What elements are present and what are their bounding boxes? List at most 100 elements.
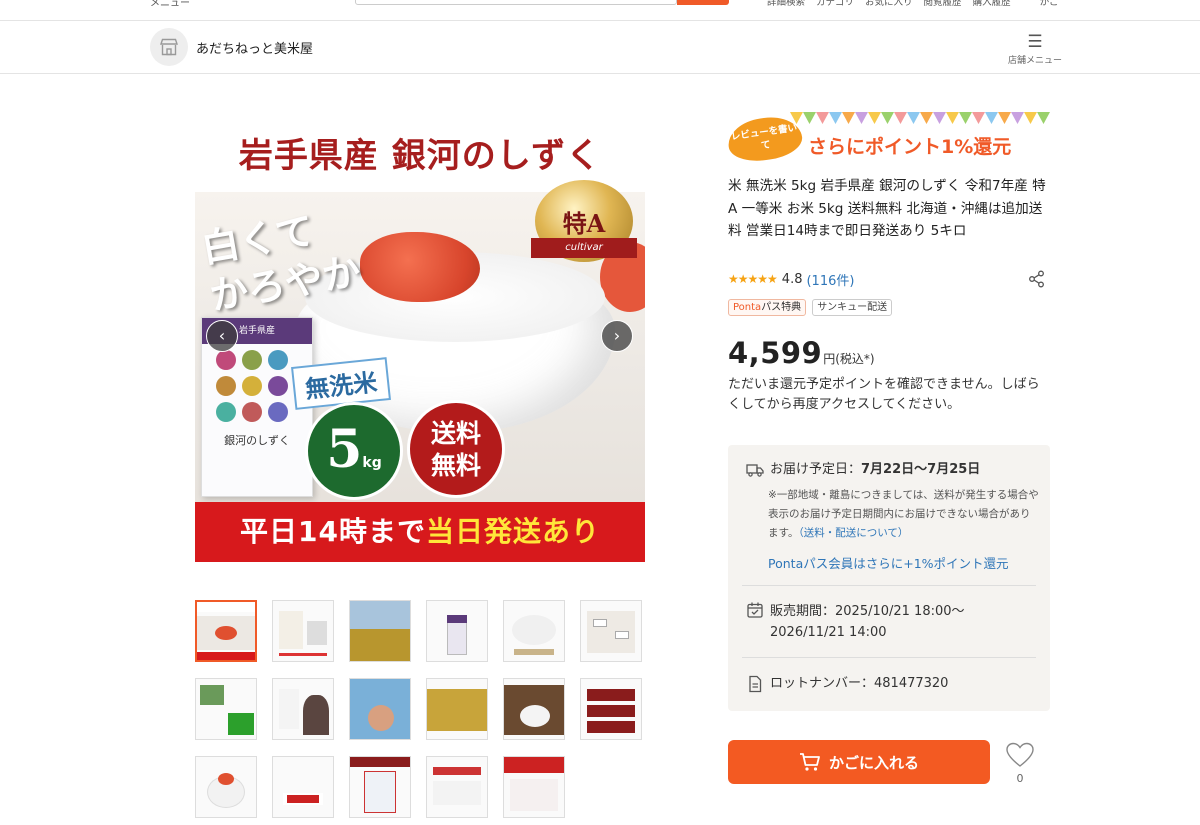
package-name: 銀河のしずく — [224, 434, 290, 447]
rating-row[interactable]: ★★★★★ 4.8 (116件) — [728, 270, 854, 289]
thumbnail[interactable] — [349, 678, 411, 740]
thumbnail[interactable] — [195, 678, 257, 740]
sale-period-line1: 販売期間：2025/10/21 18:00〜 — [770, 604, 965, 619]
thumbnail[interactable] — [195, 756, 257, 818]
store-icon — [160, 38, 178, 56]
share-icon[interactable] — [1028, 270, 1048, 290]
shop-avatar[interactable] — [150, 28, 188, 66]
thumbnail[interactable] — [580, 678, 642, 740]
product-main-image[interactable]: 岩手県産 銀河のしずく 白くて かろやか 特A cultivar 岩手県産 銀河… — [195, 120, 645, 562]
header-link-advanced-search[interactable]: 詳細検索 — [767, 0, 805, 8]
bunting-flag — [933, 112, 946, 124]
thumbnail[interactable] — [349, 600, 411, 662]
thumbnail[interactable] — [349, 756, 411, 818]
bunting-flag — [829, 112, 842, 124]
tag-thank-you-delivery[interactable]: サンキュー配送 — [812, 299, 893, 316]
chevron-left-icon: ‹ — [218, 326, 226, 345]
product-title: 米 無洗米 5kg 岩手県産 銀河のしずく 令和7年産 特A 一等米 お米 5k… — [728, 178, 1046, 239]
hamburger-icon: ☰ — [1027, 32, 1043, 52]
thumbnail[interactable] — [426, 600, 488, 662]
search-button[interactable] — [677, 0, 729, 5]
thumbnail[interactable] — [272, 678, 334, 740]
thumbnail[interactable] — [195, 600, 257, 662]
global-menu-label[interactable]: メニュー — [150, 0, 190, 9]
bunting-flag — [855, 112, 868, 124]
weight-number: 5 — [326, 419, 363, 480]
delivery-date: 7月22日〜7月25日 — [861, 462, 981, 477]
chevron-right-icon: › — [613, 326, 621, 345]
thumbnail[interactable] — [580, 600, 642, 662]
bunting-flag — [998, 112, 1011, 124]
shop-header: あだちねっと美米屋 ☰ 店舗メニュー — [0, 21, 1200, 74]
header-link-cart[interactable]: かご — [1040, 0, 1059, 8]
bunting-flag — [946, 112, 959, 124]
thumbnail[interactable] — [503, 678, 565, 740]
free-shipping-line2: 無料 — [430, 451, 481, 480]
delivery-date-row: お届け予定日：7月22日〜7月25日 — [746, 461, 980, 479]
ponta-pass-link[interactable]: Pontaパス会員はさらに+1%ポイント還元 — [768, 553, 1009, 572]
heart-icon — [1006, 742, 1034, 767]
lot-number-row: ロットナンバー：481477320 — [746, 675, 948, 693]
product-tags: Pontaパス特典 サンキュー配送 — [728, 299, 893, 316]
badge-text: 特A — [562, 208, 606, 238]
bunting-flag — [842, 112, 855, 124]
add-to-cart-button[interactable]: かごに入れる — [728, 740, 990, 784]
shop-name[interactable]: あだちねっと美米屋 — [196, 38, 313, 57]
favorite-button[interactable]: 0 — [1004, 742, 1036, 785]
bunting-decoration — [790, 112, 1050, 126]
global-header: メニュー 詳細検索 カテゴリ お気に入り 閲覧履歴 購入履歴 かご — [0, 0, 1200, 21]
lot-number: ロットナンバー：481477320 — [770, 676, 949, 691]
bunting-flag — [985, 112, 998, 124]
banner-pre: 平日14時まで — [240, 515, 426, 548]
next-image-button[interactable]: › — [601, 320, 633, 352]
point-message: ただいま還元予定ポイントを確認できません。しばらくしてから再度アクセスしてくださ… — [728, 377, 1040, 412]
bunting-flag — [1037, 112, 1050, 124]
truck-icon — [746, 464, 764, 477]
shop-menu-button[interactable]: ☰ 店舗メニュー — [1004, 33, 1066, 66]
thumbnail[interactable] — [272, 600, 334, 662]
bunting-flag — [920, 112, 933, 124]
sale-period-row: 販売期間：2025/10/21 18:00〜 2026/11/21 14:00 — [746, 601, 965, 643]
header-links: 詳細検索 カテゴリ お気に入り 閲覧履歴 購入履歴 かご — [767, 0, 1059, 8]
cart-button-label: かごに入れる — [828, 753, 919, 772]
review-point-banner[interactable]: レビューを書いて さらにポイント1%還元 — [725, 112, 1050, 165]
badge-ribbon: cultivar — [531, 238, 637, 258]
rice-bowl-photo: 白くて かろやか 特A cultivar 岩手県産 銀河のしずく 無洗米 5kg… — [195, 180, 645, 502]
bunting-flag — [972, 112, 985, 124]
calendar-icon — [747, 602, 763, 618]
weight-badge: 5kg — [305, 402, 403, 500]
tag-ponta[interactable]: Pontaパス特典 — [728, 299, 807, 316]
search-input[interactable] — [355, 0, 677, 5]
price-unit: 円(税込*) — [823, 352, 875, 366]
rating-stars-icon: ★★★★★ — [728, 272, 778, 286]
sale-period-line2: 2026/11/21 14:00 — [770, 625, 887, 640]
thumbnail[interactable] — [503, 600, 565, 662]
bunting-flag — [959, 112, 972, 124]
delivery-label: お届け予定日： — [770, 462, 862, 477]
thumbnail[interactable] — [426, 678, 488, 740]
delivery-note: ※一部地域・離島につきましては、送料が発生する場合や表示のお届け予定日期間内にお… — [768, 486, 1040, 543]
divider — [742, 585, 1036, 586]
bunting-flag — [907, 112, 920, 124]
tag-ponta-sub: パス特典 — [761, 302, 802, 313]
header-link-purchases[interactable]: 購入履歴 — [973, 0, 1011, 8]
weight-unit: kg — [362, 455, 382, 471]
prev-image-button[interactable]: ‹ — [206, 320, 238, 352]
cart-icon — [799, 753, 820, 771]
review-count-link[interactable]: (116件) — [806, 270, 854, 289]
bunting-flag — [881, 112, 894, 124]
price: 4,599 円(税込*) — [728, 336, 875, 370]
shipping-info-link[interactable]: （送料・配送について） — [798, 527, 908, 539]
header-link-category[interactable]: カテゴリ — [816, 0, 854, 8]
free-shipping-badge: 送料 無料 — [407, 400, 505, 498]
header-link-history[interactable]: 閲覧履歴 — [924, 0, 962, 8]
thumbnail[interactable] — [426, 756, 488, 818]
thumbnail[interactable] — [503, 756, 565, 818]
document-icon — [749, 675, 762, 693]
same-day-banner: 平日14時まで当日発送あり — [195, 502, 645, 562]
bunting-flag — [894, 112, 907, 124]
price-value: 4,599 — [728, 336, 823, 370]
header-link-favorites[interactable]: お気に入り — [865, 0, 913, 8]
bunting-flag — [816, 112, 829, 124]
thumbnail[interactable] — [272, 756, 334, 818]
